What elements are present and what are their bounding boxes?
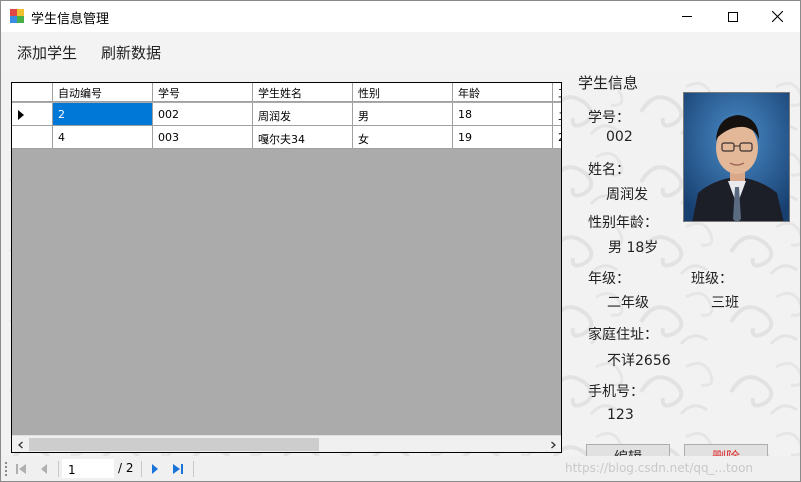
row-header-corner [12,83,53,101]
menu-add-student[interactable]: 添加学生 [17,42,77,63]
address-value: 不详2656 [607,353,671,369]
gender-age-value: 男 18岁 [608,240,659,256]
row-header[interactable] [12,126,53,148]
cell-student-no[interactable]: 002 [153,103,253,125]
prev-page-icon [41,464,47,474]
cell-gender[interactable]: 女 [353,126,453,148]
cell-gender[interactable]: 男 [353,103,453,125]
title-bar: 学生信息管理 [1,1,800,32]
cell-age[interactable]: 19 [453,126,553,148]
last-page-icon [173,464,183,474]
column-header-gender[interactable]: 性别 [353,83,453,101]
portrait-image [684,93,789,221]
main-window: 学生信息管理 添加学生 刷新数据 自动编号 学号 学生姓名 性别 年龄 2 00… [0,0,801,482]
maximize-button[interactable] [710,1,756,32]
chevron-left-icon [17,441,23,448]
grid-header: 自动编号 学号 学生姓名 性别 年龄 工 [12,83,561,102]
toolbar-grip-icon [4,462,8,476]
column-header-extra[interactable]: 工 [553,83,561,101]
chevron-right-icon [550,441,556,448]
grade-value: 二年级 [607,295,649,311]
toolbar-separator [58,461,59,477]
grade-label: 年级： [588,271,630,287]
first-page-button[interactable] [12,460,30,478]
cell-id[interactable]: 4 [53,126,153,148]
prev-page-button[interactable] [35,460,53,478]
next-page-button[interactable] [146,460,164,478]
student-grid[interactable]: 自动编号 学号 学生姓名 性别 年龄 工 2 002 周润发 男 18 二 [11,82,562,453]
delete-button[interactable]: 删除 [684,444,768,456]
phone-label: 手机号： [588,384,644,400]
scroll-right-button[interactable] [544,436,561,452]
minimize-button[interactable] [664,1,710,32]
scroll-thumb[interactable] [29,438,319,451]
gender-age-label: 性别年龄： [588,215,658,231]
current-page-input[interactable] [62,459,114,478]
watermark-text: https://blog.csdn.net/qq_...toon [565,461,754,475]
last-page-button[interactable] [169,460,187,478]
content-area: 自动编号 学号 学生姓名 性别 年龄 工 2 002 周润发 男 18 二 [1,72,800,456]
column-header-name[interactable]: 学生姓名 [253,83,353,101]
edit-button[interactable]: 编辑 [586,444,670,456]
student-no-value: 002 [606,129,633,145]
next-page-icon [152,464,158,474]
name-value: 周润发 [606,187,648,203]
window-title: 学生信息管理 [31,12,110,27]
address-label: 家庭住址： [588,327,658,343]
menu-refresh-data[interactable]: 刷新数据 [101,42,161,63]
binding-navigator: / 2 https://blog.csdn.net/qq_...toon [1,456,800,481]
cell-age[interactable]: 18 [453,103,553,125]
maximize-icon [728,11,738,22]
phone-value: 123 [607,407,634,423]
info-group-title: 学生信息 [578,74,639,92]
cell-student-no[interactable]: 003 [153,126,253,148]
class-label: 班级： [691,271,733,287]
app-icon [10,9,24,23]
close-button[interactable] [754,1,800,32]
class-value: 三班 [711,295,739,311]
cell-id[interactable]: 2 [53,103,153,125]
column-header-student-no[interactable]: 学号 [153,83,253,101]
toolbar-separator [193,461,194,477]
horizontal-scrollbar[interactable] [12,435,561,452]
cell-extra[interactable]: 2 [553,126,561,148]
student-no-label: 学号： [588,110,630,126]
first-page-icon [16,464,26,474]
table-row[interactable]: 4 003 嘎尔夫34 女 19 2 [12,126,561,149]
row-pointer-icon [18,110,24,120]
toolbar-separator [141,461,142,477]
cell-extra[interactable]: 二 [553,103,561,125]
name-label: 姓名： [588,162,630,178]
menu-bar: 添加学生 刷新数据 [1,32,800,72]
scroll-left-button[interactable] [12,436,29,452]
row-header[interactable] [12,103,53,125]
student-photo [683,92,790,222]
cell-name[interactable]: 嘎尔夫34 [253,126,353,148]
total-pages-label: / 2 [118,461,134,475]
table-row[interactable]: 2 002 周润发 男 18 二 [12,103,561,126]
minimize-icon [682,16,692,17]
column-header-age[interactable]: 年龄 [453,83,553,101]
close-icon [771,11,783,22]
column-header-id[interactable]: 自动编号 [53,83,153,101]
cell-name[interactable]: 周润发 [253,103,353,125]
